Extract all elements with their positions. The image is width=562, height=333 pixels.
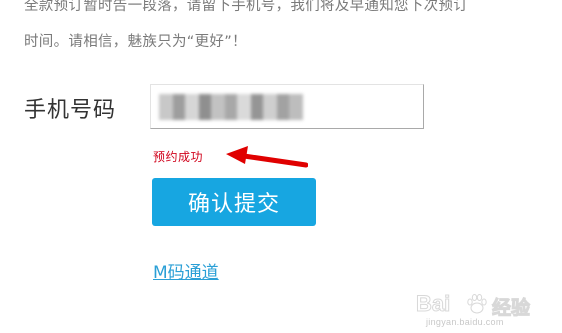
confirm-submit-button[interactable]: 确认提交 <box>152 178 316 226</box>
booking-status-message: 预约成功 <box>153 150 204 164</box>
arrow-shaft <box>241 153 308 168</box>
booking-notice: 全款预订暂时告一段落，请留下手机号，我们将及早通知您下次预订 时间。请相信，魅族… <box>24 0 544 60</box>
watermark-url: jingyan.baidu.com <box>426 317 504 327</box>
masked-phone-number <box>159 94 303 120</box>
phone-input[interactable] <box>150 84 424 129</box>
notice-line-1: 全款预订暂时告一段落，请留下手机号，我们将及早通知您下次预订 <box>24 0 468 14</box>
phone-value <box>151 85 152 86</box>
m-code-channel-link[interactable]: M码通道 <box>153 258 219 283</box>
annotation-arrow-icon <box>226 146 308 168</box>
baidu-jingyan-watermark: Bai 经验 jingyan.baidu.com <box>415 291 556 328</box>
booking-page: 全款预订暂时告一段落，请留下手机号，我们将及早通知您下次预订 时间。请相信，魅族… <box>0 0 562 333</box>
phone-label: 手机号码 <box>24 98 117 123</box>
paw-icon <box>467 294 487 314</box>
notice-line-2: 时间。请相信，魅族只为“更好”！ <box>24 34 247 50</box>
watermark-logo-text: Bai <box>415 291 451 317</box>
watermark-jingyan-text: 经验 <box>491 297 531 320</box>
arrow-head <box>226 146 248 164</box>
